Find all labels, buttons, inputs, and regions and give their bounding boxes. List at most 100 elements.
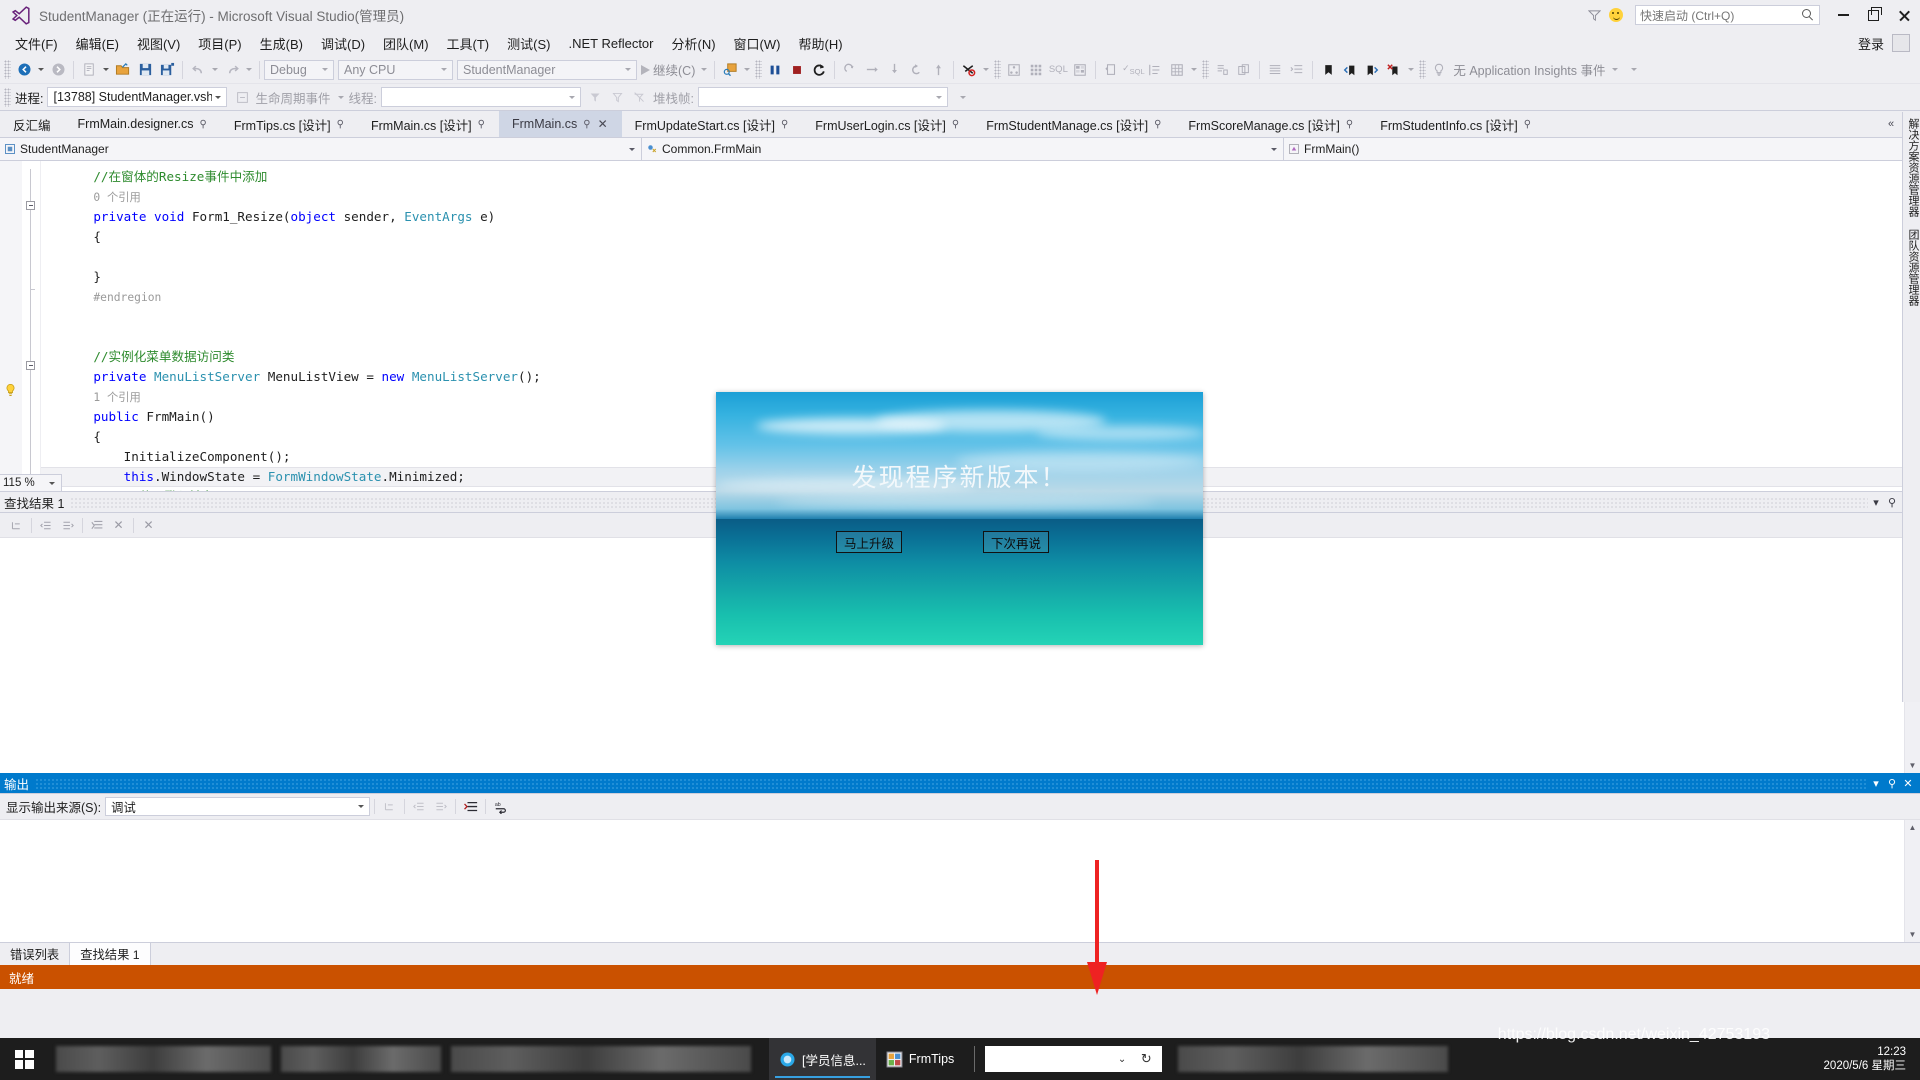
taskbar-tray-blurred[interactable] [1178, 1046, 1449, 1072]
menu-item-help[interactable]: 帮助(H) [789, 31, 851, 56]
toolbar-grip[interactable] [994, 60, 1002, 79]
tab-frmuserlogin-cs-design[interactable]: FrmUserLogin.cs [设计] ⚲ [802, 111, 973, 137]
toolbar-grip[interactable] [1419, 60, 1427, 79]
clear-output-icon[interactable] [460, 797, 481, 817]
vtab-solution-explorer[interactable]: 解决方案资源管理器 [1903, 112, 1920, 223]
scroll-down-icon[interactable]: ▼ [1905, 927, 1920, 942]
restart-button[interactable] [808, 59, 830, 81]
save-all-button[interactable] [156, 59, 178, 81]
app-insights-dropdown-icon[interactable] [1611, 68, 1618, 71]
type-combo[interactable]: Common.FrmMain [642, 138, 1284, 160]
quick-launch-input[interactable]: 快速启动 (Ctrl+Q) [1635, 5, 1820, 25]
editor-zoom-combo[interactable]: 115 % [0, 474, 62, 491]
flag-icon[interactable] [585, 86, 607, 108]
output-source-combo[interactable]: 调试 [105, 797, 371, 816]
cancel-search-icon[interactable]: ✕ [108, 515, 129, 535]
attach-to-process-button[interactable] [719, 59, 741, 81]
app-insights-icon[interactable] [1428, 59, 1450, 81]
sql-server-explorer-button[interactable]: SQL [1047, 59, 1069, 81]
increase-indent-button[interactable] [1264, 59, 1286, 81]
filter-icon[interactable] [1583, 2, 1605, 28]
start-button[interactable] [0, 1038, 48, 1080]
pin-icon[interactable]: ⚲ [200, 119, 207, 130]
pin-icon[interactable]: ⚲ [1346, 119, 1353, 130]
toolbox-button[interactable] [1025, 59, 1047, 81]
redo-button[interactable] [221, 59, 243, 81]
previous-result-icon[interactable] [36, 515, 57, 535]
collapse-region-icon[interactable] [26, 361, 35, 370]
start-debug-icon[interactable] [641, 64, 650, 75]
table-button[interactable] [1166, 59, 1188, 81]
properties-window-button[interactable] [1069, 59, 1091, 81]
menu-item-team[interactable]: 团队(M) [374, 31, 438, 56]
toolbar-grip[interactable] [1202, 60, 1210, 79]
scroll-up-icon[interactable]: ▲ [1905, 820, 1920, 835]
continue-button-label[interactable]: 继续(C) [650, 60, 698, 79]
previous-message-icon[interactable] [409, 797, 430, 817]
editor-glyph-margin[interactable] [0, 161, 22, 491]
tab-frmtips-cs-design[interactable]: FrmTips.cs [设计] ⚲ [221, 111, 358, 137]
step-into-button[interactable] [883, 59, 905, 81]
comment-selection-button[interactable] [1211, 59, 1233, 81]
diagnostic-tools-button[interactable] [958, 59, 980, 81]
taskbar-pinned-items-blurred-2[interactable] [281, 1046, 441, 1072]
startup-project-combo[interactable]: StudentManager [457, 59, 637, 80]
tab-error-list[interactable]: 错误列表 [0, 943, 69, 965]
output-scrollbar[interactable]: ▲ ▼ [1904, 820, 1920, 942]
tab-frmmain-cs-design[interactable]: FrmMain.cs [设计] ⚲ [358, 111, 499, 137]
decrease-indent-button[interactable] [1286, 59, 1308, 81]
close-button[interactable] [1888, 0, 1918, 30]
find-message-icon[interactable] [379, 797, 400, 817]
vtab-team-explorer[interactable]: 团队资源管理器 [1903, 223, 1920, 312]
tab-frmstudentmanage-cs-design[interactable]: FrmStudentManage.cs [设计] ⚲ [973, 111, 1175, 137]
next-result-icon[interactable] [57, 515, 78, 535]
solution-explorer-button[interactable] [1003, 59, 1025, 81]
new-project-button[interactable] [78, 59, 100, 81]
menu-item-window[interactable]: 窗口(W) [725, 31, 790, 56]
undo-button[interactable] [187, 59, 209, 81]
save-button[interactable] [134, 59, 156, 81]
pin-icon[interactable]: ⚲ [583, 119, 590, 130]
flag-filter-icon[interactable] [607, 86, 629, 108]
debug-toolbar-overflow-icon[interactable] [959, 95, 966, 99]
chevron-down-icon[interactable]: ⌄ [1118, 1054, 1126, 1065]
show-next-statement-button[interactable] [839, 59, 861, 81]
panel-drag-handle[interactable] [35, 776, 1868, 790]
menu-item-analyze[interactable]: 分析(N) [663, 31, 725, 56]
menu-item-tools[interactable]: 工具(T) [438, 31, 499, 56]
close-icon[interactable]: ✕ [1900, 774, 1916, 792]
pin-icon[interactable]: ⚲ [1524, 119, 1531, 130]
tab-disassembly[interactable]: 反汇编 [0, 111, 65, 137]
remind-later-button[interactable]: 下次再说 [983, 531, 1049, 553]
toolbar-grip[interactable] [4, 60, 11, 79]
redo-dropdown-icon[interactable] [246, 68, 252, 71]
editor-outlining-margin[interactable] [22, 161, 41, 491]
sign-in-link[interactable]: 登录 [1858, 34, 1884, 53]
menu-item-net-reflector[interactable]: .NET Reflector [559, 33, 662, 54]
process-combo[interactable]: [13788] StudentManager.vshos [47, 87, 228, 107]
toolbar-grip[interactable] [4, 87, 11, 107]
member-combo[interactable]: FrmMain() [1284, 138, 1920, 160]
next-bookmark-button[interactable] [1361, 59, 1383, 81]
toggle-bookmark-button[interactable] [1317, 59, 1339, 81]
tab-frmstudentinfo-cs-design[interactable]: FrmStudentInfo.cs [设计] ⚲ [1367, 111, 1545, 137]
open-file-button[interactable] [112, 59, 134, 81]
pin-icon[interactable]: ⚲ [337, 119, 344, 130]
taskbar-item-student-info[interactable]: [学员信息... [769, 1038, 876, 1080]
refresh-icon[interactable]: ↻ [1130, 1046, 1163, 1072]
tab-frmmain-designer-cs[interactable]: FrmMain.designer.cs ⚲ [65, 111, 221, 137]
table-dropdown-icon[interactable] [1191, 68, 1198, 71]
menu-item-file[interactable]: 文件(F) [6, 31, 67, 56]
taskbar-clock[interactable]: 12:23 2020/5/6 星期三 [1824, 1045, 1910, 1073]
pin-icon[interactable]: ⚲ [478, 119, 485, 130]
no-flag-icon[interactable] [629, 86, 651, 108]
notifications-icon[interactable] [1892, 34, 1910, 52]
diagnostic-dropdown-icon[interactable] [983, 68, 990, 71]
stackframe-combo[interactable] [697, 87, 948, 107]
undo-dropdown-icon[interactable] [212, 68, 218, 71]
list-members-button[interactable] [1144, 59, 1166, 81]
pin-icon[interactable]: ⚲ [1884, 493, 1900, 511]
navigate-backward-button[interactable] [13, 59, 35, 81]
step-up-button[interactable] [927, 59, 949, 81]
app-insights-label[interactable]: 无 Application Insights 事件 [1450, 60, 1608, 79]
